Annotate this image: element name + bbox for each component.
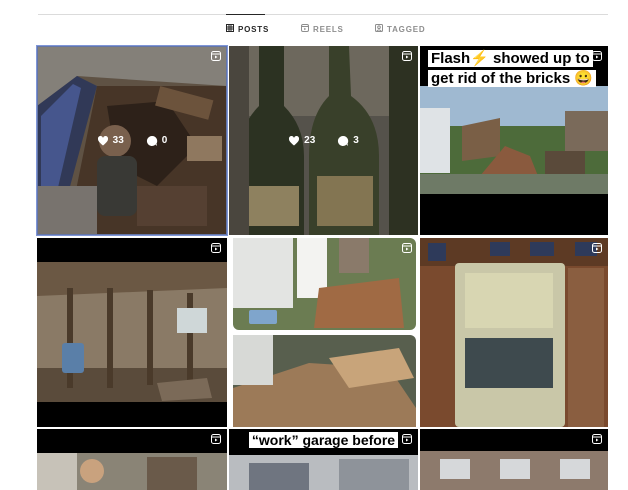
post-hover-overlay: 33 0 — [37, 46, 227, 235]
post-tile-basement[interactable]: 33 0 — [36, 45, 228, 236]
comments-count: 3 — [337, 135, 359, 147]
caption-line-2: get rid of the bricks 😀 — [428, 70, 597, 87]
reel-caption: Flash⚡ showed up to get rid of the brick… — [428, 49, 600, 89]
active-tab-indicator — [226, 14, 265, 15]
interior-photo — [37, 262, 227, 402]
comment-icon — [338, 135, 349, 146]
comments-count: 0 — [146, 135, 168, 147]
post-tile-vending-machine[interactable] — [420, 238, 608, 427]
heart-icon — [97, 135, 108, 145]
reel-icon — [402, 434, 412, 444]
comments-value: 3 — [353, 135, 359, 146]
heart-icon — [289, 135, 300, 145]
post-tile-building-exterior[interactable] — [420, 429, 608, 490]
reel-caption: “work” garage before — [237, 430, 410, 450]
lumber-photo — [233, 238, 416, 427]
comments-value: 0 — [161, 135, 168, 146]
reels-icon — [301, 24, 309, 34]
post-tile-lumber-piles[interactable] — [229, 238, 418, 427]
building-photo — [420, 451, 608, 490]
reel-icon — [592, 51, 602, 61]
reel-icon — [211, 434, 221, 444]
tagged-icon — [375, 24, 383, 34]
tab-reels-label: REELS — [313, 24, 344, 34]
tab-tagged[interactable]: TAGGED — [375, 24, 425, 34]
post-tile-gutted-interior[interactable] — [37, 238, 227, 427]
post-tile-bottles[interactable]: 23 3 — [229, 46, 418, 235]
reel-icon — [592, 434, 602, 444]
tab-tagged-label: TAGGED — [387, 24, 426, 34]
post-tile-flash-bricks[interactable]: Flash⚡ showed up to get rid of the brick… — [420, 46, 608, 235]
tab-reels[interactable]: REELS — [301, 24, 344, 34]
reel-icon — [211, 243, 221, 253]
reel-icon — [211, 51, 221, 61]
caption-line-1: “work” garage before — [248, 432, 399, 448]
likes-count: 33 — [97, 135, 124, 147]
reel-icon — [402, 51, 412, 61]
likes-value: 33 — [112, 135, 124, 146]
grid-icon — [226, 24, 234, 34]
profile-tabs: POSTS REELS TAGGED — [0, 24, 628, 40]
likes-count: 23 — [288, 135, 315, 147]
reel-icon — [592, 243, 602, 253]
tab-posts-label: POSTS — [238, 24, 270, 34]
comment-icon — [146, 135, 157, 146]
post-hover-overlay: 23 3 — [229, 46, 418, 235]
likes-value: 23 — [304, 135, 316, 146]
tab-posts[interactable]: POSTS — [226, 24, 269, 34]
caption-line-1: Flash⚡ showed up to — [428, 50, 593, 67]
vending-photo — [420, 238, 608, 427]
post-tile-work-garage[interactable]: “work” garage before — [229, 429, 418, 490]
tabs-divider — [38, 14, 608, 15]
reel-icon — [402, 243, 412, 253]
post-tile-kid-portrait[interactable] — [37, 429, 227, 490]
kid-photo — [37, 453, 227, 490]
